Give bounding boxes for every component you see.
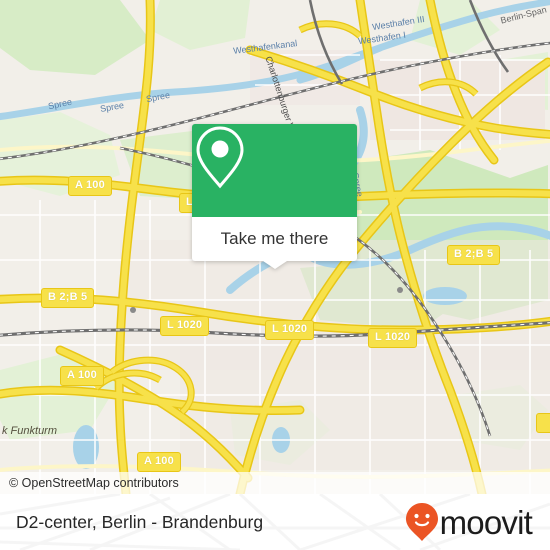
road-shield-l1020[interactable]: L 1020 xyxy=(368,328,418,348)
moovit-smiley-pin-icon xyxy=(405,503,438,541)
road-shield-a100[interactable]: A 100 xyxy=(137,452,181,472)
destination-popup[interactable]: Take me there xyxy=(192,124,357,269)
road-shield-l1020[interactable]: L 1020 xyxy=(265,320,315,340)
map-canvas[interactable]: Westhafen III Westhafen I Berlin-Span We… xyxy=(0,0,550,494)
footer-bar: D2-center, Berlin - Brandenburg moovit xyxy=(0,494,550,550)
road-shield-b2b5[interactable]: B 2;B 5 xyxy=(41,288,95,308)
road-shield-a100[interactable]: A 100 xyxy=(68,176,112,196)
road-shield-l1020[interactable]: L 1020 xyxy=(160,316,210,336)
osm-attribution[interactable]: © OpenStreetMap contributors xyxy=(0,472,550,494)
road-shield-partial[interactable] xyxy=(536,413,550,433)
moovit-wordmark: moovit xyxy=(439,503,533,541)
road-shield-a100[interactable]: A 100 xyxy=(60,366,104,386)
popup-icon-area xyxy=(192,124,357,217)
map-pin-icon xyxy=(196,126,244,189)
popup-pointer-tail xyxy=(263,261,287,269)
take-me-there-label: Take me there xyxy=(220,229,329,248)
road-shield-b2b5[interactable]: B 2;B 5 xyxy=(447,245,501,265)
screenshot-root: Westhafen III Westhafen I Berlin-Span We… xyxy=(0,0,550,550)
take-me-there-button[interactable]: Take me there xyxy=(192,217,357,261)
moovit-brand[interactable]: moovit xyxy=(405,502,533,542)
osm-attribution-text: © OpenStreetMap contributors xyxy=(9,476,179,490)
place-title: D2-center, Berlin - Brandenburg xyxy=(16,511,264,532)
map-label: k Funkturm xyxy=(2,425,58,437)
